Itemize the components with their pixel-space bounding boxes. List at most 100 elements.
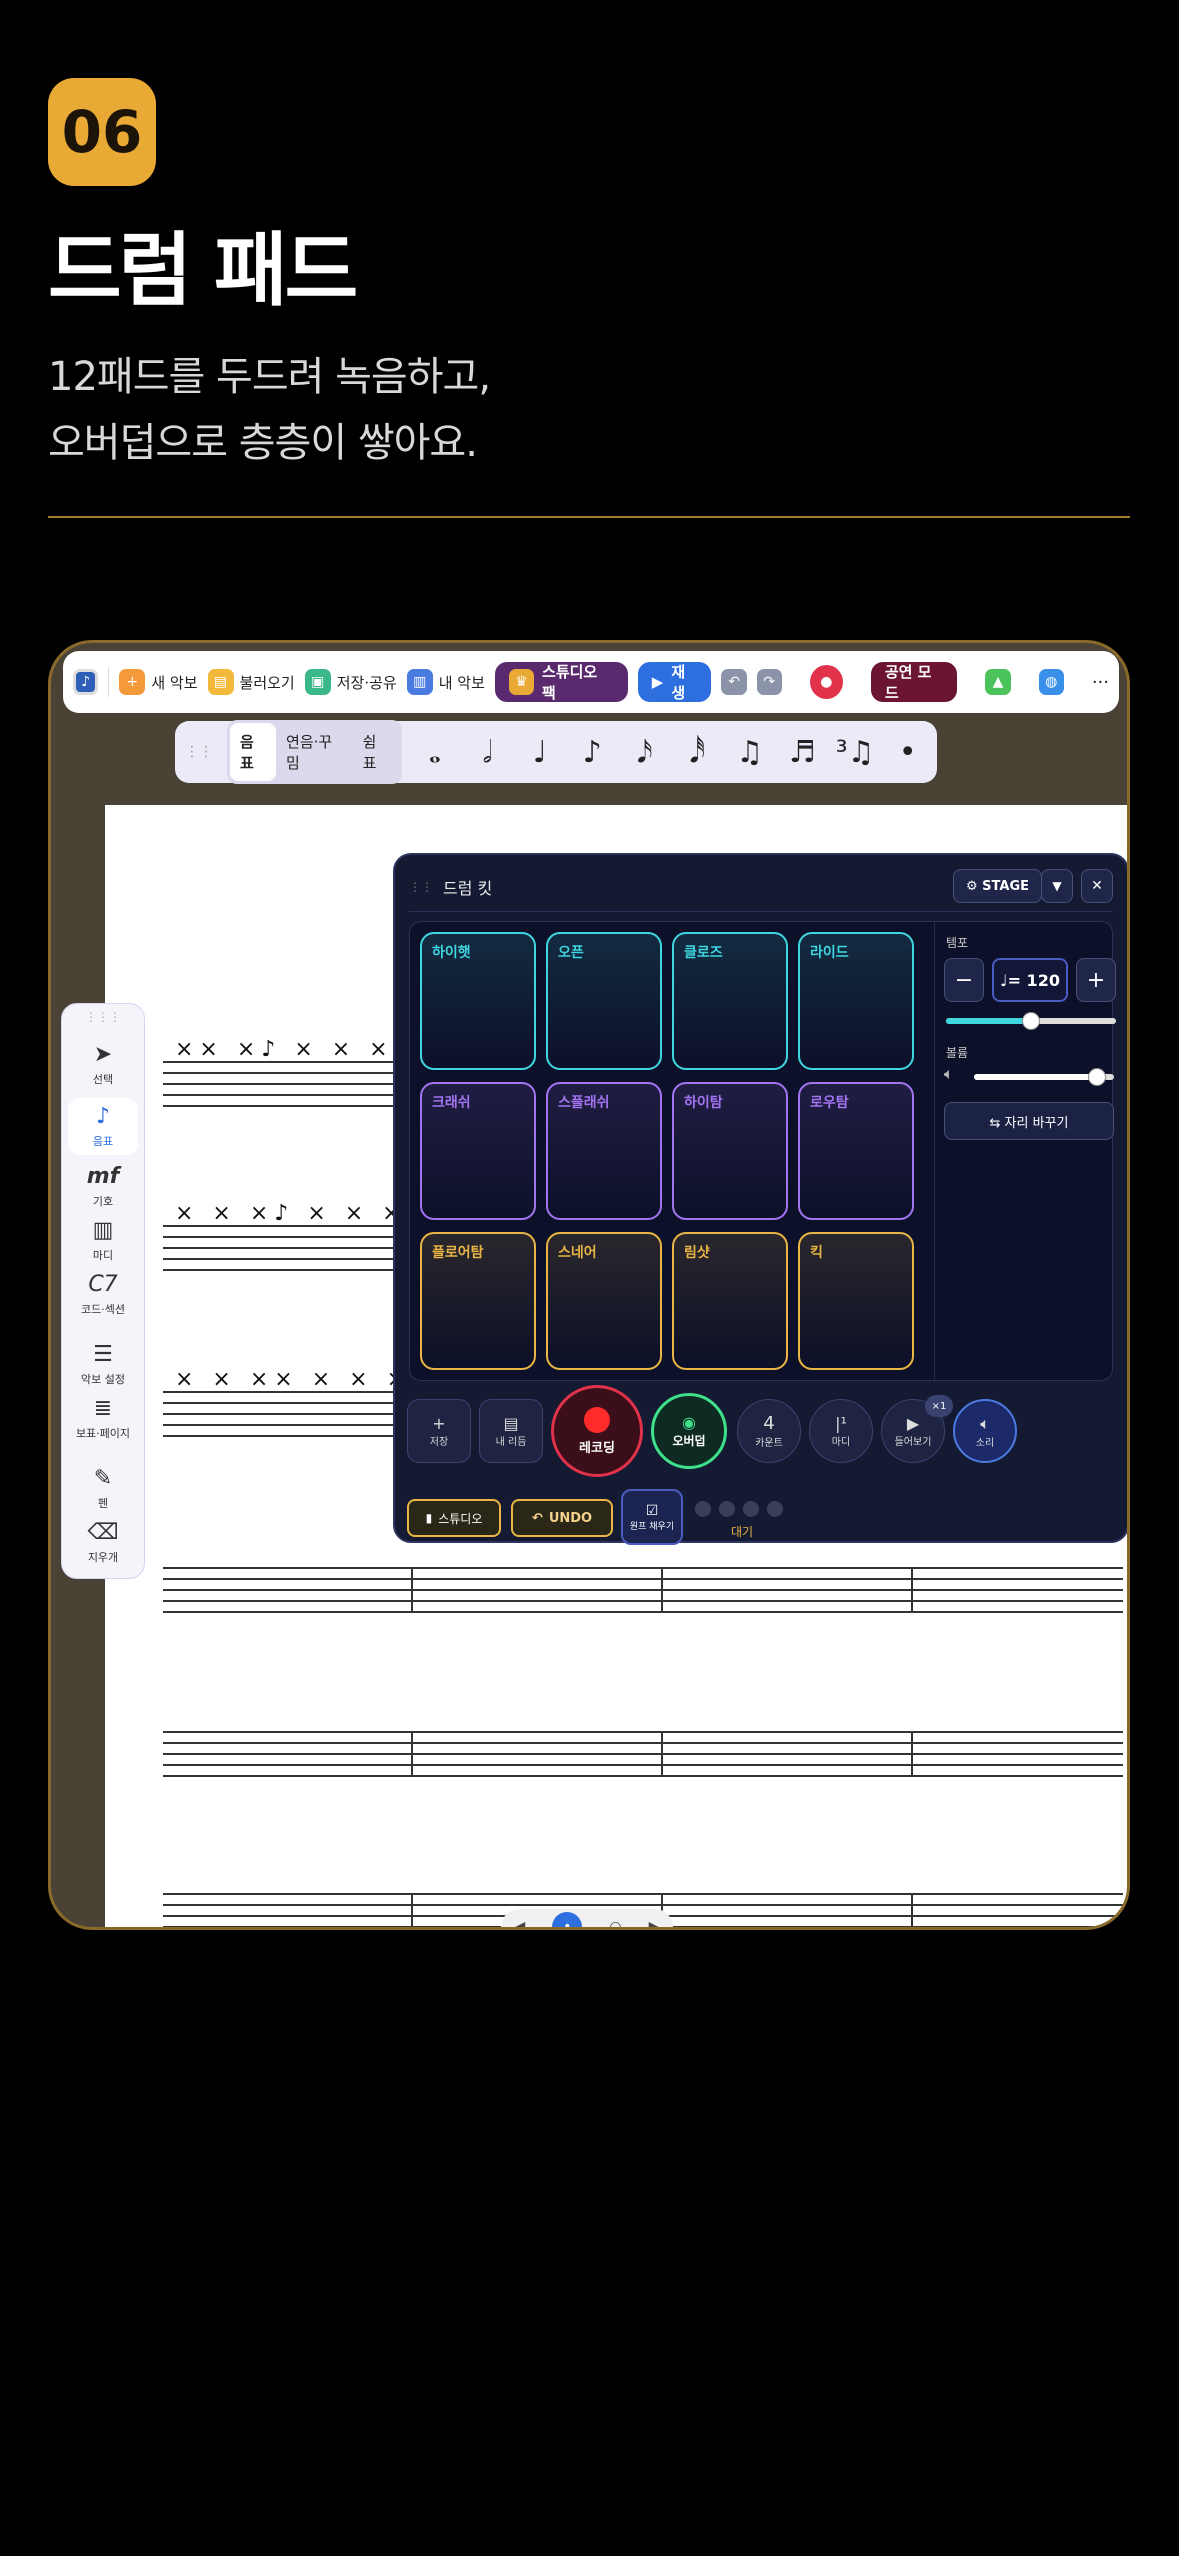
volume-slider[interactable] bbox=[974, 1068, 1114, 1086]
app-icon[interactable]: ♪ bbox=[73, 669, 99, 695]
beamed-sixteenths-icon[interactable]: ♬ bbox=[783, 735, 822, 770]
triplet-icon[interactable]: ³♫ bbox=[836, 735, 875, 770]
collapse-icon[interactable]: ▼ bbox=[1041, 869, 1073, 903]
undo-button[interactable]: ↶ UNDO bbox=[511, 1499, 613, 1537]
overdub-icon: ◉ bbox=[682, 1413, 696, 1432]
half-note-icon[interactable]: 𝅗𝅥 bbox=[468, 735, 507, 770]
studio-pack-button[interactable]: ♛ 스튜디오 팩 bbox=[494, 662, 628, 702]
measure-button[interactable]: |¹ 마디 bbox=[809, 1399, 873, 1463]
play-button[interactable]: ▶ 재생 bbox=[637, 662, 712, 702]
close-icon[interactable]: ✕ bbox=[1081, 869, 1113, 903]
tab-tuplets[interactable]: 연음·꾸밈 bbox=[276, 723, 353, 781]
load-button[interactable]: ▤ 불러오기 bbox=[207, 669, 295, 695]
beat-dot bbox=[767, 1501, 783, 1517]
drag-handle-icon[interactable]: ⋮⋮ bbox=[409, 880, 433, 894]
pad-grid: 하이햇 오픈 클로즈 라이드 크래쉬 스플래쉬 하이탐 로우탐 플로어탐 스네어 림샷 킥 템포 − … bbox=[409, 921, 1116, 1381]
beamed-eighths-icon[interactable]: ♫ bbox=[731, 735, 770, 770]
staff-page-icon: ≣ bbox=[93, 1396, 113, 1421]
tool-eraser[interactable]: ⌫ 지우개 bbox=[68, 1520, 138, 1565]
drum-pad[interactable]: 크래쉬 bbox=[420, 1082, 536, 1220]
note-type-tabs: 음표 연음·꾸밈 쉼표 bbox=[227, 720, 402, 784]
status-text: 대기 bbox=[731, 1525, 754, 1539]
tempo-increase-button[interactable]: + bbox=[1076, 958, 1116, 1002]
tempo-decrease-button[interactable]: − bbox=[944, 958, 984, 1002]
pad-divider bbox=[934, 922, 935, 1380]
previous-page-icon[interactable]: ◀ bbox=[515, 1919, 526, 1927]
drum-pad[interactable]: 라이드 bbox=[798, 932, 914, 1070]
tab-notes[interactable]: 음표 bbox=[230, 723, 277, 781]
page-dot[interactable]: ○ bbox=[609, 1919, 621, 1927]
drum-pad[interactable]: 플로어탐 bbox=[420, 1232, 536, 1370]
tab-rests[interactable]: 쉼표 bbox=[353, 723, 399, 781]
studio-button[interactable]: ▮ 스튜디오 bbox=[407, 1499, 501, 1537]
barline bbox=[661, 1567, 663, 1613]
sound-button[interactable]: 🔈︎ 소리 bbox=[953, 1399, 1017, 1463]
books-icon: ▤ bbox=[503, 1414, 519, 1433]
tool-staff-page[interactable]: ≣ 보표·페이지 bbox=[68, 1396, 138, 1441]
drum-pad[interactable]: 스플래쉬 bbox=[546, 1082, 662, 1220]
tool-measure[interactable]: ▥ 마디 bbox=[68, 1218, 138, 1263]
my-scores-button[interactable]: ▥ 내 악보 bbox=[406, 669, 485, 695]
stage-button[interactable]: ⚙ STAGE bbox=[953, 869, 1043, 903]
more-button[interactable]: ··· bbox=[1092, 672, 1109, 693]
page-navigator[interactable]: ◀ • ○ ▶ bbox=[501, 1909, 673, 1927]
drum-pad[interactable]: 하이햇 bbox=[420, 932, 536, 1070]
drum-kit-header: ⋮⋮ 드럼 킷 bbox=[409, 875, 492, 899]
whole-note-icon[interactable]: 𝅝 bbox=[416, 735, 455, 770]
barline bbox=[411, 1893, 413, 1927]
volume-slider-knob[interactable] bbox=[1088, 1068, 1107, 1086]
microphone-icon[interactable]: ● bbox=[809, 665, 843, 699]
record-button[interactable]: 레코딩 bbox=[551, 1385, 643, 1477]
perform-mode-button[interactable]: 공연 모드 bbox=[870, 662, 958, 702]
save-share-button[interactable]: ▣ 저장·공유 bbox=[304, 669, 397, 695]
staff-5 bbox=[163, 1731, 1123, 1786]
tool-select[interactable]: ➤ 선택 bbox=[68, 1042, 138, 1087]
drum-pad[interactable]: 하이탐 bbox=[672, 1082, 788, 1220]
tool-pen[interactable]: ✎ 펜 bbox=[68, 1466, 138, 1511]
drum-pad[interactable]: 로우탐 bbox=[798, 1082, 914, 1220]
volume-label: 볼륨 bbox=[946, 1046, 969, 1060]
tool-dynamics[interactable]: mf 기호 bbox=[68, 1164, 138, 1209]
tool-note[interactable]: ♪ 음표 bbox=[68, 1098, 138, 1155]
volume-slider-fill bbox=[974, 1074, 1098, 1080]
loop-count-badge[interactable]: ×1 bbox=[925, 1395, 953, 1417]
tool-chord[interactable]: C7 코드·섹션 bbox=[68, 1272, 138, 1317]
drum-kit-title: 드럼 킷 bbox=[443, 879, 493, 898]
count-in-button[interactable]: 4 카운트 bbox=[737, 1399, 801, 1463]
drum-pad[interactable]: 스네어 bbox=[546, 1232, 662, 1370]
metronome-icon[interactable]: ▲ bbox=[985, 669, 1011, 695]
overdub-button[interactable]: ◉ 오버덥 bbox=[651, 1393, 727, 1469]
drum-pad[interactable]: 오픈 bbox=[546, 932, 662, 1070]
globe-icon[interactable]: ◍ bbox=[1038, 669, 1064, 695]
quarter-note-icon[interactable]: ♩ bbox=[521, 735, 560, 770]
library-icon: ▥ bbox=[406, 669, 433, 695]
studio-icon: ▮ bbox=[425, 1511, 433, 1525]
save-rhythm-button[interactable]: + 저장 bbox=[407, 1399, 471, 1463]
tempo-value[interactable]: ♩= 120 bbox=[992, 958, 1068, 1002]
tool-score-settings[interactable]: ☰ 악보 설정 bbox=[68, 1342, 138, 1387]
plus-icon: + bbox=[119, 669, 146, 695]
current-page-dot[interactable]: • bbox=[552, 1912, 583, 1927]
drag-handle-icon[interactable]: ⋮⋮ bbox=[185, 744, 213, 760]
eighth-note-icon[interactable]: ♪ bbox=[573, 735, 612, 770]
metronome-fill-button[interactable]: ☑ 원프 채우기 bbox=[621, 1489, 683, 1545]
sixteenth-note-icon[interactable]: 𝅘𝅥𝅯 bbox=[626, 735, 665, 770]
drum-pad[interactable]: 림샷 bbox=[672, 1232, 788, 1370]
drum-pad[interactable]: 킥 bbox=[798, 1232, 914, 1370]
dot-icon[interactable]: • bbox=[889, 735, 928, 770]
my-rhythms-button[interactable]: ▤ 내 리듬 bbox=[479, 1399, 543, 1463]
drag-handle-icon[interactable]: ⋮⋮⋮ bbox=[62, 1010, 144, 1024]
next-page-icon[interactable]: ▶ bbox=[649, 1919, 660, 1927]
tempo-slider-knob[interactable] bbox=[1022, 1012, 1040, 1030]
new-score-button[interactable]: + 새 악보 bbox=[119, 669, 198, 695]
dynamics-icon: mf bbox=[86, 1164, 120, 1189]
save-icon: ▣ bbox=[304, 669, 331, 695]
swap-positions-button[interactable]: ⇆ 자리 바꾸기 bbox=[944, 1102, 1114, 1140]
tempo-slider-fill bbox=[946, 1018, 1031, 1024]
redo-icon[interactable]: ↷ bbox=[756, 669, 782, 695]
undo-icon[interactable]: ↶ bbox=[721, 669, 747, 695]
drum-pad[interactable]: 클로즈 bbox=[672, 932, 788, 1070]
thirty-second-note-icon[interactable]: 𝅘𝅥𝅰 bbox=[678, 735, 717, 770]
note-icon: ♪ bbox=[95, 1104, 111, 1129]
tempo-slider[interactable] bbox=[946, 1012, 1116, 1030]
